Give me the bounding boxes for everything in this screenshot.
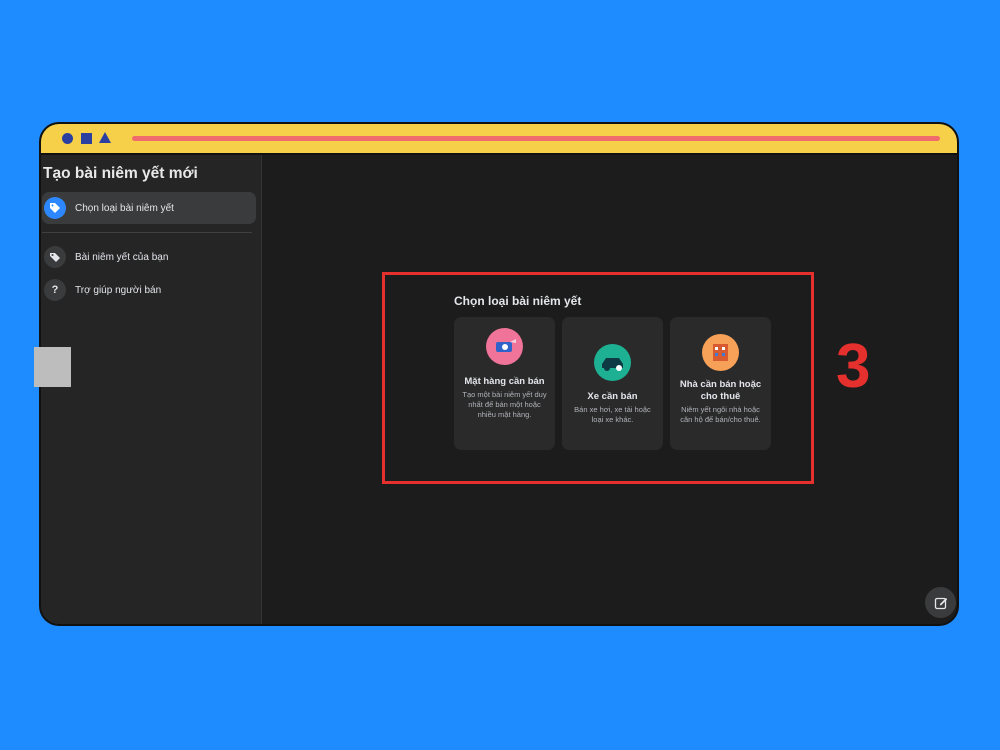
- square-icon: [81, 133, 92, 144]
- titlebar-address-bar: [132, 136, 940, 141]
- item-icon: [486, 328, 523, 365]
- card-description: Tạo một bài niêm yết duy nhất để bán một…: [462, 390, 547, 419]
- card-description: Niêm yết ngôi nhà hoặc căn hộ để bán/cho…: [680, 405, 761, 424]
- window-titlebar: [41, 124, 957, 155]
- edit-icon: [934, 597, 947, 609]
- sidebar-item-label: Chọn loại bài niêm yết: [75, 202, 174, 214]
- card-title: Mặt hàng cần bán: [464, 376, 545, 387]
- help-icon: ?: [44, 279, 66, 301]
- sidebar-title: Tạo bài niêm yết mới: [43, 165, 198, 182]
- card-vehicle-for-sale[interactable]: Xe cần bán Bán xe hơi, xe tải hoặc loại …: [562, 317, 663, 450]
- car-icon: [594, 344, 631, 381]
- sidebar-item-choose-listing-type[interactable]: Chọn loại bài niêm yết: [42, 192, 256, 224]
- triangle-icon: [99, 132, 111, 143]
- card-title: Nhà cần bán hoặc cho thuê: [679, 379, 762, 402]
- step-number: 3: [836, 332, 871, 401]
- sidebar: Tạo bài niêm yết mới Chọn loại bài niêm …: [41, 155, 262, 624]
- sidebar-item-your-listings[interactable]: Bài niêm yết của bạn: [42, 241, 256, 273]
- card-item-for-sale[interactable]: Mặt hàng cần bán Tạo một bài niêm yết du…: [454, 317, 555, 450]
- tag-icon: [44, 197, 66, 219]
- house-icon: [702, 334, 739, 371]
- circle-icon: [62, 133, 73, 144]
- panel-title: Chọn loại bài niêm yết: [454, 294, 582, 308]
- card-title: Xe cần bán: [587, 391, 638, 402]
- compose-button[interactable]: [925, 587, 956, 618]
- sidebar-divider: [42, 232, 252, 233]
- card-home-for-sale-or-rent[interactable]: Nhà cần bán hoặc cho thuê Niêm yết ngôi …: [670, 317, 771, 450]
- sidebar-item-label: Bài niêm yết của bạn: [75, 251, 169, 263]
- tags-icon: [44, 246, 66, 268]
- card-description: Bán xe hơi, xe tải hoặc loại xe khác.: [574, 405, 651, 424]
- sidebar-item-seller-help[interactable]: ? Trợ giúp người bán: [42, 274, 256, 306]
- sidebar-item-label: Trợ giúp người bán: [75, 284, 162, 296]
- placeholder-block: [34, 347, 71, 387]
